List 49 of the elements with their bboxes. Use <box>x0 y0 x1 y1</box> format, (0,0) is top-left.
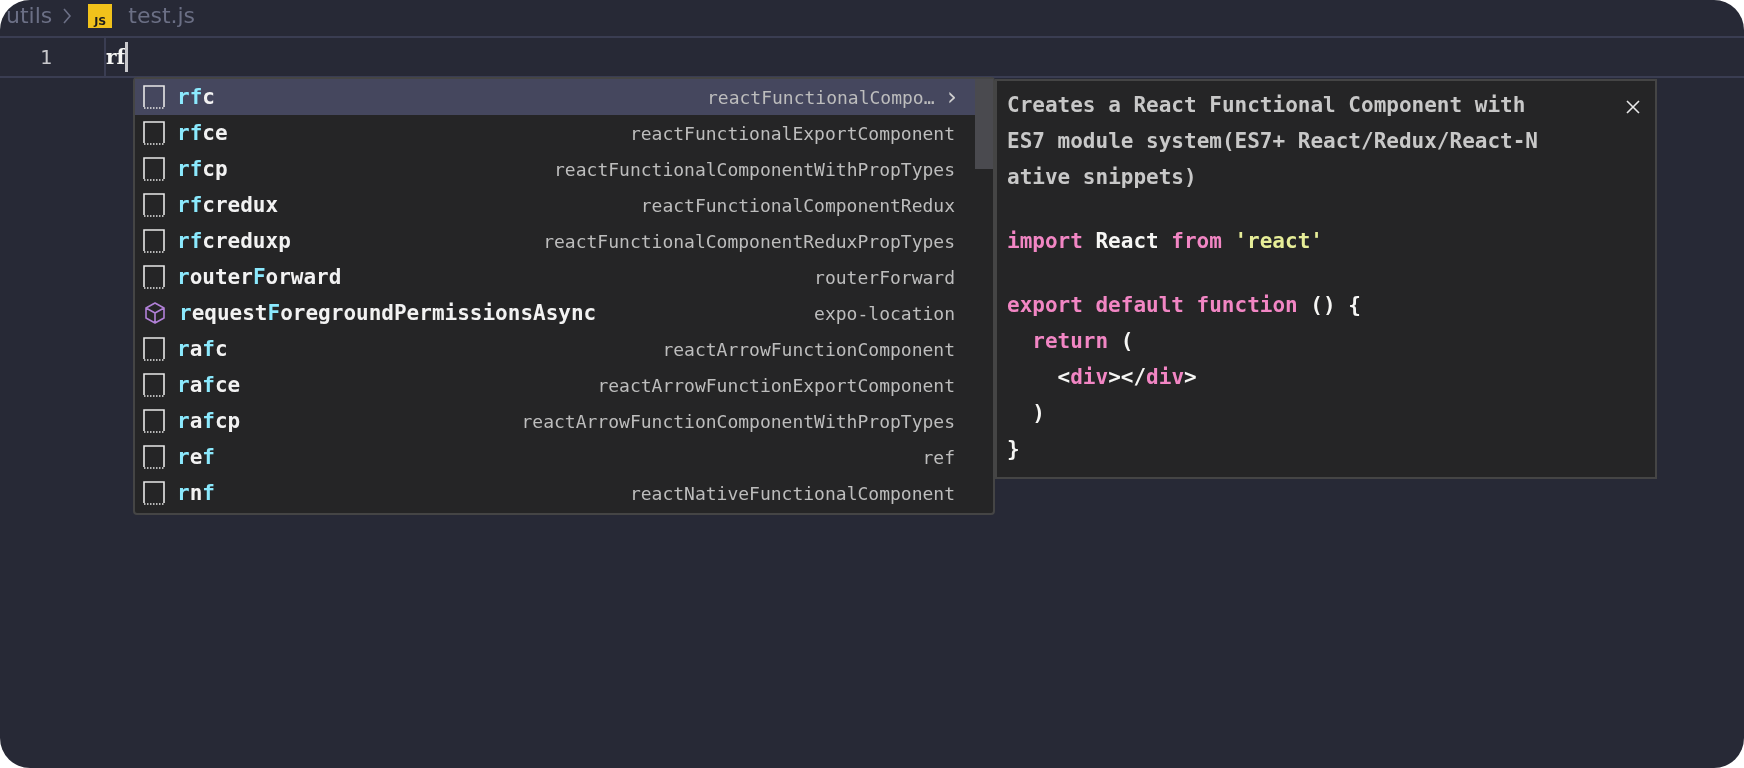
snippet-icon <box>143 157 165 181</box>
chevron-icon <box>62 7 73 25</box>
snippet-icon <box>143 121 165 145</box>
snippet-icon <box>143 265 165 289</box>
cube-icon <box>143 301 167 325</box>
code-text: ></ <box>1108 364 1147 391</box>
suggestion-item[interactable]: rafc reactArrowFunctionComponent <box>135 331 975 367</box>
suggestion-item[interactable]: rfc reactFunctionalCompo… › <box>135 79 975 115</box>
suggestion-item[interactable]: rfcredux reactFunctionalComponentRedux <box>135 187 975 223</box>
suggestion-item[interactable]: routerForward routerForward <box>135 259 975 295</box>
text-cursor <box>125 42 129 72</box>
code-keyword: function <box>1196 292 1298 319</box>
description-text: Creates a React Functional Component with ES7 module system(ES7+ React/Redux/React-N ative snippets) <box>1007 92 1538 191</box>
code-keyword: export <box>1007 292 1083 319</box>
snippet-icon <box>143 85 165 109</box>
code-text: React <box>1095 228 1159 255</box>
snippet-icon <box>143 193 165 217</box>
js-file-icon: JS <box>88 4 113 28</box>
suggestion-item[interactable]: rafce reactArrowFunctionExportComponent <box>135 367 975 403</box>
code-keyword: div <box>1146 364 1185 391</box>
snippet-icon <box>143 481 165 505</box>
snippet-icon <box>143 409 165 433</box>
scrollbar[interactable] <box>975 79 993 169</box>
code-keyword: import <box>1007 228 1083 255</box>
code-text: } <box>1007 436 1020 463</box>
code-text: > <box>1184 364 1197 391</box>
suggestion-item[interactable]: rfcp reactFunctionalComponentWithPropTypes <box>135 151 975 187</box>
code-text: rf <box>106 45 126 69</box>
suggestion-item[interactable]: ref ref <box>135 439 975 475</box>
code-text: ) <box>1031 400 1045 427</box>
code-keyword: from <box>1171 228 1222 255</box>
code-text: < <box>1056 364 1071 391</box>
suggestion-item[interactable]: requestForegroundPermissionsAsync expo-location <box>135 295 975 331</box>
code-keyword: return <box>1031 328 1109 355</box>
suggestion-item[interactable]: rnf reactNativeFunctionalComponent <box>135 475 975 511</box>
code-text: ( <box>1120 328 1134 355</box>
snippet-icon <box>143 229 165 253</box>
code-keyword: div <box>1070 364 1109 391</box>
code-keyword: default <box>1095 292 1184 319</box>
suggestion-item[interactable]: rafcp reactArrowFunctionComponentWithPropTypes <box>135 403 975 439</box>
snippet-icon <box>143 445 165 469</box>
snippet-icon <box>143 337 165 361</box>
close-icon[interactable] <box>1625 99 1641 115</box>
code-string: 'react' <box>1234 228 1323 255</box>
code-text: () { <box>1310 292 1361 319</box>
line-number: 1 <box>38 45 52 69</box>
suggestion-item[interactable]: rfcreduxp reactFunctionalComponentReduxPropTypes <box>135 223 975 259</box>
snippet-icon <box>143 373 165 397</box>
suggestion-item[interactable]: rfce reactFunctionalExportComponent <box>135 115 975 151</box>
